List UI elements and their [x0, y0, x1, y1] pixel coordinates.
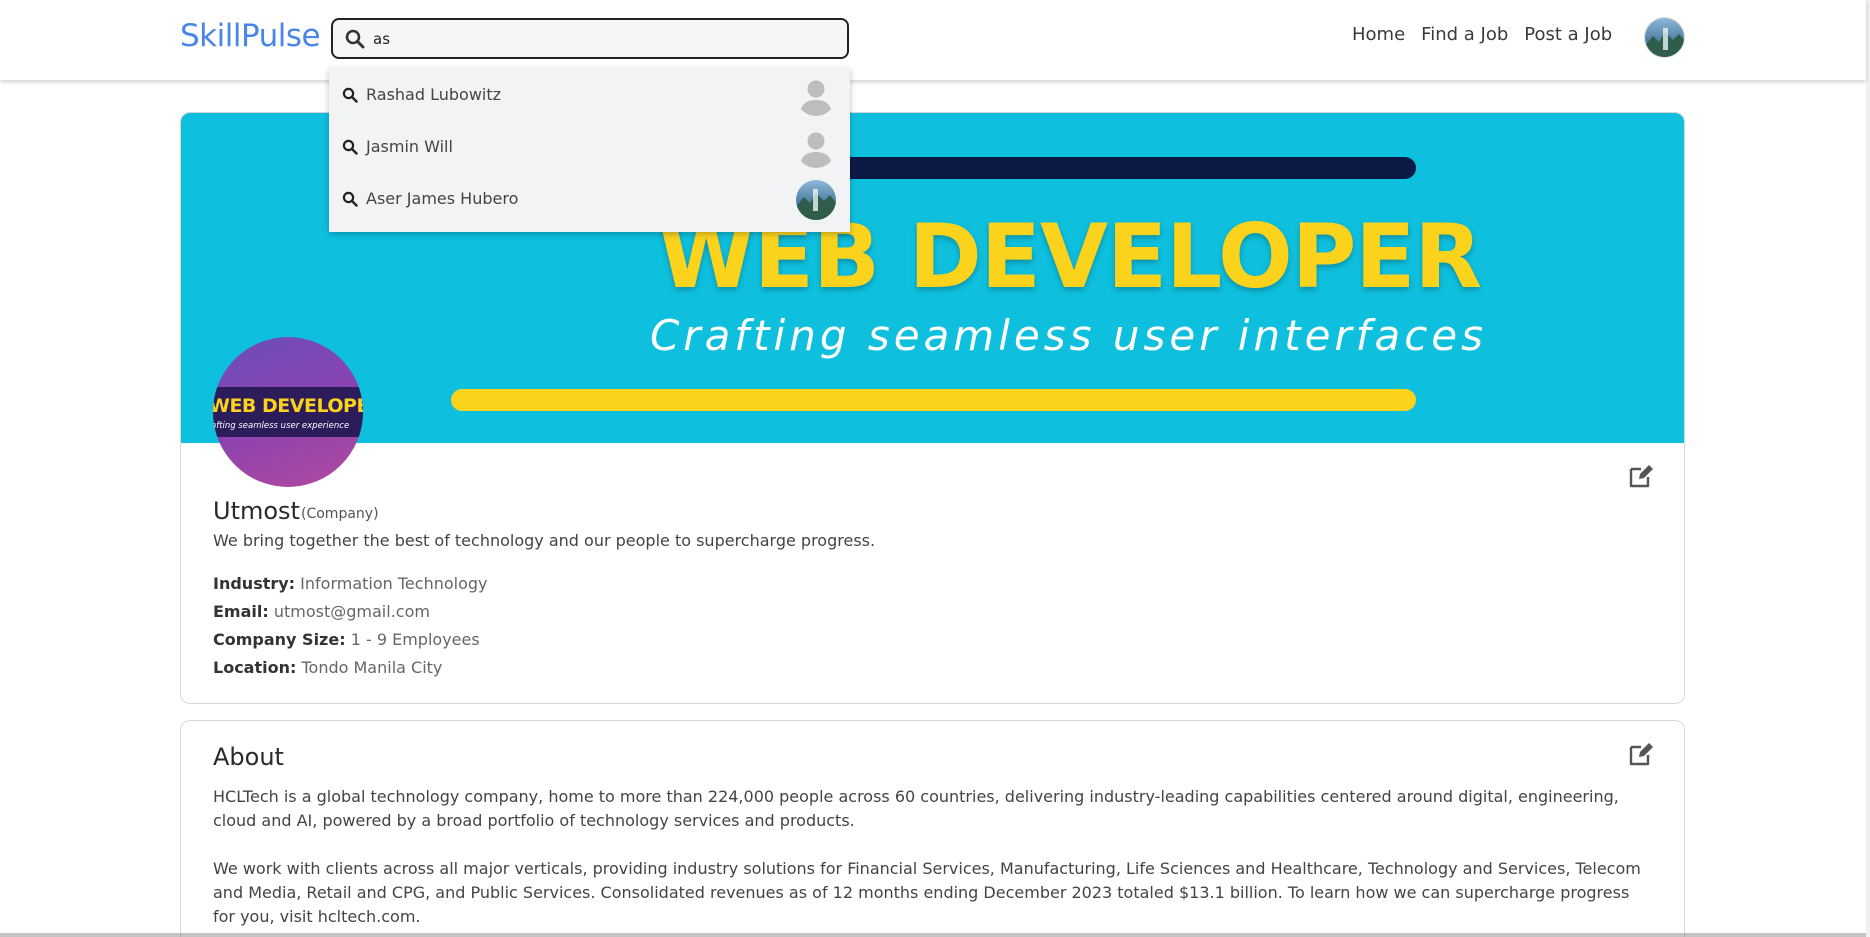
edit-profile-icon[interactable] — [1628, 463, 1654, 489]
search-icon — [342, 87, 358, 103]
company-logo: WEB DEVELOPER afting seamless user exper… — [213, 337, 363, 487]
about-paragraph: HCLTech is a global technology company, … — [213, 787, 1619, 830]
banner-yellow-bar — [451, 389, 1416, 411]
window-bottom-edge — [0, 933, 1866, 937]
company-name: Utmost — [213, 497, 300, 525]
suggestion-name: Aser James Hubero — [366, 189, 519, 208]
about-card: About HCLTech is a global technology com… — [180, 720, 1685, 937]
suggestion-name: Jasmin Will — [366, 137, 453, 156]
default-avatar-icon — [796, 128, 836, 168]
user-avatar-icon[interactable] — [1644, 17, 1685, 58]
brand-logo[interactable]: SkillPulse — [180, 18, 321, 54]
nav-links: Home Find a Job Post a Job — [1352, 24, 1628, 45]
navbar: SkillPulse Home Find a Job Post a Job — [0, 0, 1866, 80]
detail-company-size: Company Size: 1 - 9 Employees — [213, 630, 480, 649]
nav-home-link[interactable]: Home — [1352, 24, 1405, 45]
suggestion-item[interactable]: Jasmin Will — [329, 120, 850, 172]
nav-find-job-link[interactable]: Find a Job — [1421, 24, 1508, 45]
banner-subtitle: Crafting seamless user interfaces — [649, 311, 1488, 360]
detail-industry: Industry: Information Technology — [213, 574, 488, 593]
about-title: About — [213, 743, 284, 771]
search-suggestions-dropdown: Rashad Lubowitz Jasmin Will Aser James H… — [329, 68, 850, 232]
search-icon — [345, 29, 365, 49]
suggestion-item[interactable]: Aser James Hubero — [329, 172, 850, 224]
photo-avatar-icon — [796, 180, 836, 220]
default-avatar-icon — [796, 76, 836, 116]
logo-title: WEB DEVELOPER — [213, 395, 363, 417]
company-type: (Company) — [301, 506, 379, 522]
detail-location: Location: Tondo Manila City — [213, 658, 443, 677]
company-tagline: We bring together the best of technology… — [213, 531, 876, 550]
about-paragraph: We work with clients across all major ve… — [213, 859, 1641, 926]
search-icon — [342, 139, 358, 155]
search-icon — [342, 191, 358, 207]
search-input[interactable] — [373, 24, 833, 54]
suggestion-item[interactable]: Rashad Lubowitz — [329, 68, 850, 120]
nav-post-job-link[interactable]: Post a Job — [1524, 24, 1612, 45]
edit-about-icon[interactable] — [1628, 741, 1654, 767]
search-bar[interactable] — [331, 18, 849, 59]
suggestion-name: Rashad Lubowitz — [366, 85, 502, 104]
logo-subtitle: afting seamless user experience — [213, 421, 350, 431]
detail-email: Email: utmost@gmail.com — [213, 602, 430, 621]
page-scrollbar[interactable] — [1866, 0, 1870, 937]
